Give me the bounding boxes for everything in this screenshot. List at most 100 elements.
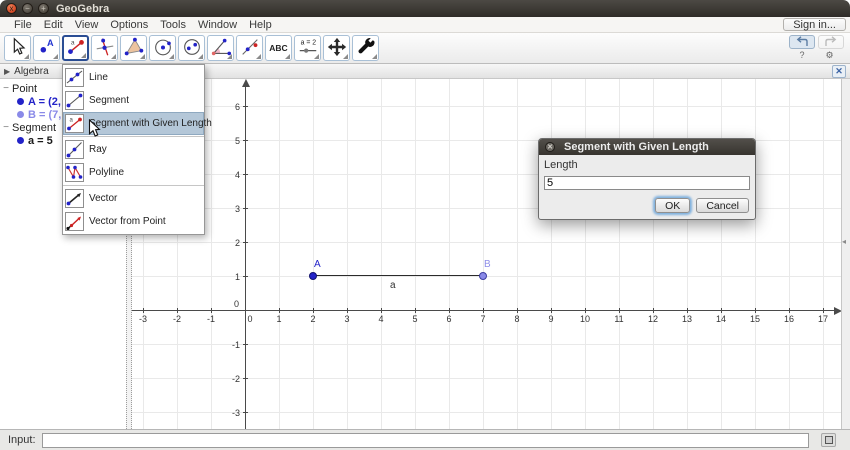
tree-collapse-icon[interactable]: − — [0, 122, 12, 133]
y-tick-mark — [243, 174, 248, 175]
menu-item-line[interactable]: Line — [63, 66, 204, 89]
grid-line-vertical — [483, 79, 484, 429]
angle-tool-button[interactable] — [207, 35, 234, 61]
object-visibility-dot-icon[interactable] — [17, 137, 24, 144]
polygon-tool-button[interactable] — [120, 35, 147, 61]
y-tick-label: -1 — [231, 340, 240, 350]
graphics-view: ✕ -3 -2 -1 0 1 2 3 4 5 6 7 8 9 10 11 12 13 14 15 16 17 6 5 4 3 2 1… — [132, 64, 850, 429]
y-axis-arrow-icon — [241, 79, 250, 87]
ok-button[interactable]: OK — [655, 198, 691, 213]
y-tick-mark — [243, 412, 248, 413]
command-input[interactable] — [41, 432, 809, 448]
y-tick-label: 6 — [234, 102, 240, 112]
transform-tool-button[interactable] — [236, 35, 263, 61]
slider-tool-button[interactable]: a = 2 — [294, 35, 321, 61]
menu-item-ray[interactable]: Ray — [63, 138, 204, 161]
menu-view[interactable]: View — [69, 19, 105, 31]
grid-line-vertical — [823, 79, 824, 429]
window-minimize-button[interactable]: − — [22, 3, 33, 14]
menu-options[interactable]: Options — [104, 19, 154, 31]
menu-window[interactable]: Window — [192, 19, 243, 31]
svg-text:a: a — [70, 39, 74, 46]
geogebra-window: x − + GeoGebra File Edit View Options To… — [0, 0, 850, 450]
sign-in-button[interactable]: Sign in... — [783, 18, 846, 31]
menu-item-label: Vector from Point — [89, 216, 166, 227]
menu-file[interactable]: File — [8, 19, 38, 31]
window-titlebar: x − + GeoGebra — [0, 0, 850, 17]
x-tick-mark — [483, 308, 484, 313]
x-tick-label: 2 — [310, 314, 316, 324]
grid-line-vertical — [381, 79, 382, 429]
y-tick-mark — [243, 242, 248, 243]
length-label: Length — [544, 159, 578, 171]
menu-edit[interactable]: Edit — [38, 19, 69, 31]
special-line-tool-button[interactable] — [91, 35, 118, 61]
text-tool-icon: ABC — [269, 43, 288, 53]
algebra-panel-title: Algebra — [14, 65, 49, 77]
undo-icon — [794, 35, 810, 50]
gear-icon[interactable]: ⚙ — [825, 50, 833, 61]
move-tool-button[interactable] — [4, 35, 31, 61]
undo-button[interactable] — [789, 35, 815, 49]
input-help-icon — [824, 436, 833, 444]
tool-dropdown-arrow-icon — [256, 54, 261, 59]
x-tick-label: 15 — [749, 314, 760, 324]
segment-tool-menu: Line Segment a Segment with Given Length Ray… — [62, 64, 212, 235]
y-tick-mark — [243, 378, 248, 379]
text-tool-button[interactable]: ABC — [265, 35, 292, 61]
menu-item-vector[interactable]: Vector — [63, 187, 204, 210]
point-B[interactable] — [479, 272, 487, 280]
window-maximize-button[interactable]: + — [38, 3, 49, 14]
y-tick-mark — [243, 140, 248, 141]
cancel-button[interactable]: Cancel — [696, 198, 749, 213]
segment-length-dialog: ✕ Segment with Given Length Length OK Ca… — [538, 138, 756, 220]
dialog-titlebar: ✕ Segment with Given Length — [539, 139, 755, 155]
menu-item-polyline[interactable]: Polyline — [63, 161, 204, 184]
segment-a[interactable] — [313, 275, 483, 276]
tool-dropdown-arrow-icon — [227, 54, 232, 59]
collapse-chevron-icon[interactable]: ◂ — [842, 237, 846, 246]
dialog-close-icon[interactable]: ✕ — [545, 142, 555, 152]
redo-button[interactable] — [818, 35, 844, 49]
menu-separator — [63, 185, 204, 186]
window-close-button[interactable]: x — [6, 3, 17, 14]
x-tick-mark — [279, 308, 280, 313]
x-tick-label: 7 — [480, 314, 486, 324]
x-tick-label: 3 — [344, 314, 350, 324]
x-tick-label: 16 — [783, 314, 794, 324]
y-tick-mark — [243, 208, 248, 209]
x-tick-mark — [313, 308, 314, 313]
tool-dropdown-arrow-icon — [53, 54, 58, 59]
customize-tool-button[interactable] — [352, 35, 379, 61]
x-tick-mark — [449, 308, 450, 313]
move-graphics-view-button[interactable] — [323, 35, 350, 61]
menu-help[interactable]: Help — [243, 19, 278, 31]
segment-tool-button-active[interactable]: a — [62, 35, 89, 61]
menu-bar: File Edit View Options Tools Window Help… — [0, 17, 850, 33]
svg-text:a: a — [70, 118, 74, 124]
menu-item-segment-with-given-length[interactable]: a Segment with Given Length — [63, 112, 212, 135]
algebra-group-label: Segment — [12, 121, 57, 134]
grid-line-vertical — [789, 79, 790, 429]
object-visibility-dot-icon[interactable] — [17, 111, 24, 118]
menu-item-label: Ray — [89, 144, 107, 155]
graphics-close-icon[interactable]: ✕ — [832, 64, 846, 78]
circle-tool-button[interactable] — [149, 35, 176, 61]
x-tick-label: -3 — [138, 314, 147, 324]
menu-item-segment[interactable]: Segment — [63, 89, 204, 112]
point-tool-button[interactable]: A — [33, 35, 60, 61]
length-input[interactable] — [544, 176, 750, 190]
segment-icon — [65, 91, 84, 110]
object-visibility-dot-icon[interactable] — [17, 98, 24, 105]
menu-tools[interactable]: Tools — [154, 19, 192, 31]
conic-tool-button[interactable] — [178, 35, 205, 61]
tree-collapse-icon[interactable]: − — [0, 83, 12, 94]
help-button[interactable]: ? — [799, 50, 804, 61]
graphics-canvas[interactable]: -3 -2 -1 0 1 2 3 4 5 6 7 8 9 10 11 12 13 14 15 16 17 6 5 4 3 2 1 -1… — [132, 79, 850, 429]
menu-item-vector-from-point[interactable]: Vector from Point — [63, 210, 204, 233]
input-help-button[interactable] — [821, 433, 836, 447]
y-tick-mark — [243, 344, 248, 345]
x-tick-label: -1 — [206, 314, 215, 324]
collapse-triangle-icon: ▶ — [4, 66, 11, 76]
point-A[interactable] — [309, 272, 317, 280]
